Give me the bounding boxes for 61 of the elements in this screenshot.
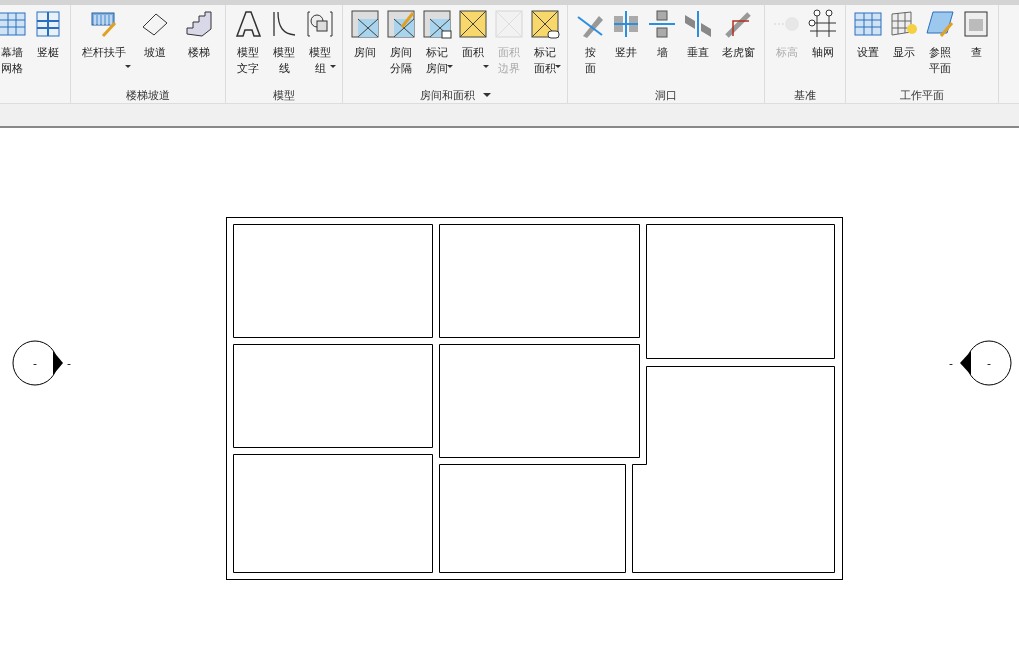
ribbon-button[interactable]: 标记 面积 bbox=[527, 5, 563, 87]
dropdown-arrow-icon[interactable] bbox=[482, 93, 491, 97]
dropdown-arrow-icon bbox=[125, 65, 131, 68]
room-icon bbox=[350, 9, 380, 39]
ribbon-button[interactable]: 老虎窗 bbox=[716, 5, 760, 87]
ribbon-button[interactable]: 坡道 bbox=[133, 5, 177, 87]
area-icon bbox=[458, 9, 488, 39]
ribbon-button[interactable]: 设置 bbox=[850, 5, 886, 87]
shaft-icon bbox=[611, 9, 641, 39]
panel-title[interactable]: 房间和面积 bbox=[419, 87, 475, 103]
panel-title[interactable]: 模型 bbox=[273, 87, 295, 103]
ribbon-button[interactable]: 墙 bbox=[644, 5, 680, 87]
panel-title[interactable]: 工作平面 bbox=[900, 87, 944, 103]
reference-plane-icon bbox=[925, 9, 955, 39]
marker-label: - bbox=[33, 357, 37, 370]
ribbon-button[interactable]: 模型 组 bbox=[302, 5, 338, 87]
letter-a-icon bbox=[233, 9, 263, 39]
ribbon-button[interactable]: 幕墙 网格 bbox=[0, 5, 30, 87]
panel-title[interactable]: 基准 bbox=[794, 87, 816, 103]
dropdown-arrow-icon bbox=[330, 65, 336, 68]
ribbon-button[interactable]: 按 面 bbox=[572, 5, 608, 87]
railing-icon bbox=[89, 9, 119, 39]
dropdown-arrow-icon bbox=[555, 65, 561, 68]
ribbon-button[interactable]: 标记 房间 bbox=[419, 5, 455, 87]
dormer-icon bbox=[723, 9, 753, 39]
marker-label: - bbox=[949, 357, 953, 370]
ribbon-button[interactable]: 楼梯 bbox=[177, 5, 221, 87]
grid-icon bbox=[808, 9, 838, 39]
panel-title[interactable]: 楼梯坡道 bbox=[126, 87, 170, 103]
ribbon-button[interactable]: 栏杆扶手 bbox=[75, 5, 133, 87]
curtain-grid-icon bbox=[0, 9, 27, 39]
ribbon-button[interactable]: 房间 分隔 bbox=[383, 5, 419, 87]
ribbon-button[interactable]: 竖井 bbox=[608, 5, 644, 87]
ribbon-button[interactable]: 模型 线 bbox=[266, 5, 302, 87]
ribbon-button[interactable]: 竖梃 bbox=[30, 5, 66, 87]
section-marker[interactable] bbox=[12, 340, 63, 386]
section-marker[interactable] bbox=[960, 340, 1012, 386]
ribbon-button[interactable]: 查 bbox=[958, 5, 994, 87]
room-tag-icon bbox=[422, 9, 452, 39]
panel-title[interactable]: 洞口 bbox=[655, 87, 677, 103]
mullion-icon bbox=[33, 9, 63, 39]
ribbon-button[interactable]: 轴网 bbox=[805, 5, 841, 87]
dropdown-arrow-icon bbox=[483, 65, 489, 68]
ribbon-button[interactable]: 模型 文字 bbox=[230, 5, 266, 87]
marker-label: - bbox=[987, 357, 991, 370]
ribbon-button[interactable]: 房间 bbox=[347, 5, 383, 87]
marker-label: - bbox=[67, 357, 71, 370]
wall-opening-icon bbox=[647, 9, 677, 39]
ribbon-button[interactable]: 面积 bbox=[455, 5, 491, 87]
work-plane-icon bbox=[853, 9, 883, 39]
area-tag-icon bbox=[530, 9, 560, 39]
viewer-icon bbox=[961, 9, 991, 39]
model-group-icon bbox=[305, 9, 335, 39]
dropdown-arrow-icon bbox=[447, 65, 453, 68]
ribbon-button[interactable]: 参照 平面 bbox=[922, 5, 958, 87]
ribbon-button[interactable]: 显示 bbox=[886, 5, 922, 87]
room-separator-icon bbox=[386, 9, 416, 39]
show-plane-icon bbox=[889, 9, 919, 39]
vertical-opening-icon bbox=[683, 9, 713, 39]
ribbon-button[interactable]: 垂直 bbox=[680, 5, 716, 87]
stair-icon bbox=[184, 9, 214, 39]
